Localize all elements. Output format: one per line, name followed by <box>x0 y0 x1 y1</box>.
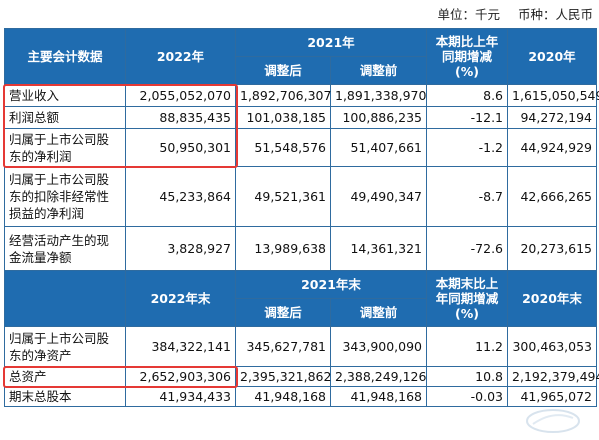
cell-yoy-change: -0.03 <box>426 386 509 407</box>
cell-2020: 42,666,265 <box>507 166 598 227</box>
header-2021-adjusted: 调整后 <box>235 56 331 85</box>
unit-line: 单位：千元 币种：人民币 <box>423 4 593 23</box>
table-row: 期末总股本 41,934,433 41,948,168 41,948,168 -0.03… <box>4 386 598 407</box>
row-label: 总资产 <box>4 366 126 387</box>
cell-yoy-change: -8.7 <box>426 166 509 227</box>
cell-2020: 2,192,379,494 <box>507 366 599 387</box>
header-2021-group: 2021年 <box>234 28 428 57</box>
row-label: 归属于上市公司股东的净利润 <box>4 128 126 167</box>
currency-label: 币种：人民币 <box>517 7 593 22</box>
cell-2022: 2,652,903,306 <box>125 366 236 387</box>
cell-2021-original: 343,900,090 <box>329 326 428 367</box>
row-label: 利润总额 <box>4 106 126 129</box>
header2-item <box>4 270 126 327</box>
cell-2022: 3,828,927 <box>125 226 236 271</box>
cell-2021-adjusted: 13,989,638 <box>235 226 331 271</box>
header2-2021-adjusted: 调整后 <box>235 298 331 327</box>
unit-label: 单位：千元 <box>437 7 500 22</box>
cell-yoy-change: -72.6 <box>426 226 509 271</box>
cell-2020: 94,272,194 <box>507 106 598 129</box>
cell-2022: 41,934,433 <box>125 386 236 407</box>
header-2021-original: 调整前 <box>329 56 428 85</box>
watermark-logo <box>526 409 580 433</box>
cell-2021-adjusted: 41,948,168 <box>235 386 331 407</box>
cell-2021-original: 14,361,321 <box>329 226 428 271</box>
row-label: 期末总股本 <box>4 386 126 407</box>
header-2022: 2022年 <box>125 28 236 85</box>
header2-2021-original: 调整前 <box>329 298 428 327</box>
financial-data-table: 主要会计数据 2022年 2021年 本期比上年同期增减(%) 2020年 调整… <box>4 28 599 407</box>
row-label: 归属于上市公司股东的扣除非经常性损益的净利润 <box>4 166 126 227</box>
cell-2021-adjusted: 51,548,576 <box>235 128 331 167</box>
cell-yoy-change: -12.1 <box>426 106 509 129</box>
table-row: 利润总额 88,835,435 101,038,185 100,886,235 -12.… <box>4 106 598 129</box>
cell-yoy-change: 8.6 <box>426 84 509 107</box>
cell-2021-adjusted: 345,627,781 <box>235 326 331 367</box>
cell-2022: 384,322,141 <box>125 326 236 367</box>
cell-2021-adjusted: 49,521,361 <box>235 166 331 227</box>
table-row: 经营活动产生的现金流量净额 3,828,927 13,989,638 14,361,3… <box>4 226 598 271</box>
table-row: 归属于上市公司股东的净利润 50,950,301 51,548,576 51,407,… <box>4 128 598 167</box>
cell-2022: 2,055,052,070 <box>125 84 236 107</box>
row-label: 归属于上市公司股东的净资产 <box>4 326 126 367</box>
section2-header: 2022年末 2021年末 本期末比上年同期增减(%) 2020年末 调整后 调… <box>4 270 598 327</box>
cell-2022: 50,950,301 <box>125 128 236 167</box>
row-label: 经营活动产生的现金流量净额 <box>4 226 126 271</box>
table-row: 归属于上市公司股东的扣除非经常性损益的净利润 45,233,864 49,521,3… <box>4 166 598 227</box>
cell-yoy-change: 11.2 <box>426 326 509 367</box>
cell-2021-original: 51,407,661 <box>329 128 428 167</box>
cell-2020: 41,965,072 <box>507 386 598 407</box>
section2-body: 归属于上市公司股东的净资产 384,322,141 345,627,781 343,9… <box>4 326 599 407</box>
table-row: 归属于上市公司股东的净资产 384,322,141 345,627,781 343,9… <box>4 326 598 367</box>
header-yoy: 本期比上年同期增减(%) <box>426 28 509 85</box>
cell-2020: 1,615,050,549 <box>507 84 599 107</box>
cell-2021-original: 2,388,249,126 <box>329 366 428 387</box>
section1-body: 营业收入 2,055,052,070 1,892,706,307 1,891,338,… <box>4 84 599 271</box>
cell-yoy-change: 10.8 <box>426 366 509 387</box>
cell-2021-adjusted: 1,892,706,307 <box>235 84 331 107</box>
section1-header: 主要会计数据 2022年 2021年 本期比上年同期增减(%) 2020年 调整… <box>4 28 598 85</box>
header2-yoy: 本期末比上年同期增减(%) <box>426 270 509 327</box>
table-row: 营业收入 2,055,052,070 1,892,706,307 1,891,338,… <box>4 84 599 107</box>
cell-2020: 20,273,615 <box>507 226 598 271</box>
cell-2020: 44,924,929 <box>507 128 598 167</box>
header-item: 主要会计数据 <box>4 28 126 85</box>
header2-2021-group: 2021年末 <box>234 270 428 299</box>
cell-2022: 45,233,864 <box>125 166 236 227</box>
header2-2022: 2022年末 <box>125 270 236 327</box>
table-row: 总资产 2,652,903,306 2,395,321,862 2,388,249,1… <box>4 366 599 387</box>
cell-2022: 88,835,435 <box>125 106 236 129</box>
cell-yoy-change: -1.2 <box>426 128 509 167</box>
cell-2021-adjusted: 101,038,185 <box>235 106 331 129</box>
header-2020: 2020年 <box>507 28 598 85</box>
cell-2021-original: 1,891,338,970 <box>329 84 428 107</box>
cell-2021-original: 41,948,168 <box>329 386 428 407</box>
cell-2021-original: 100,886,235 <box>329 106 428 129</box>
cell-2021-adjusted: 2,395,321,862 <box>235 366 331 387</box>
cell-2021-original: 49,490,347 <box>329 166 428 227</box>
header2-2020: 2020年末 <box>507 270 598 327</box>
row-label: 营业收入 <box>4 84 126 107</box>
cell-2020: 300,463,053 <box>507 326 598 367</box>
